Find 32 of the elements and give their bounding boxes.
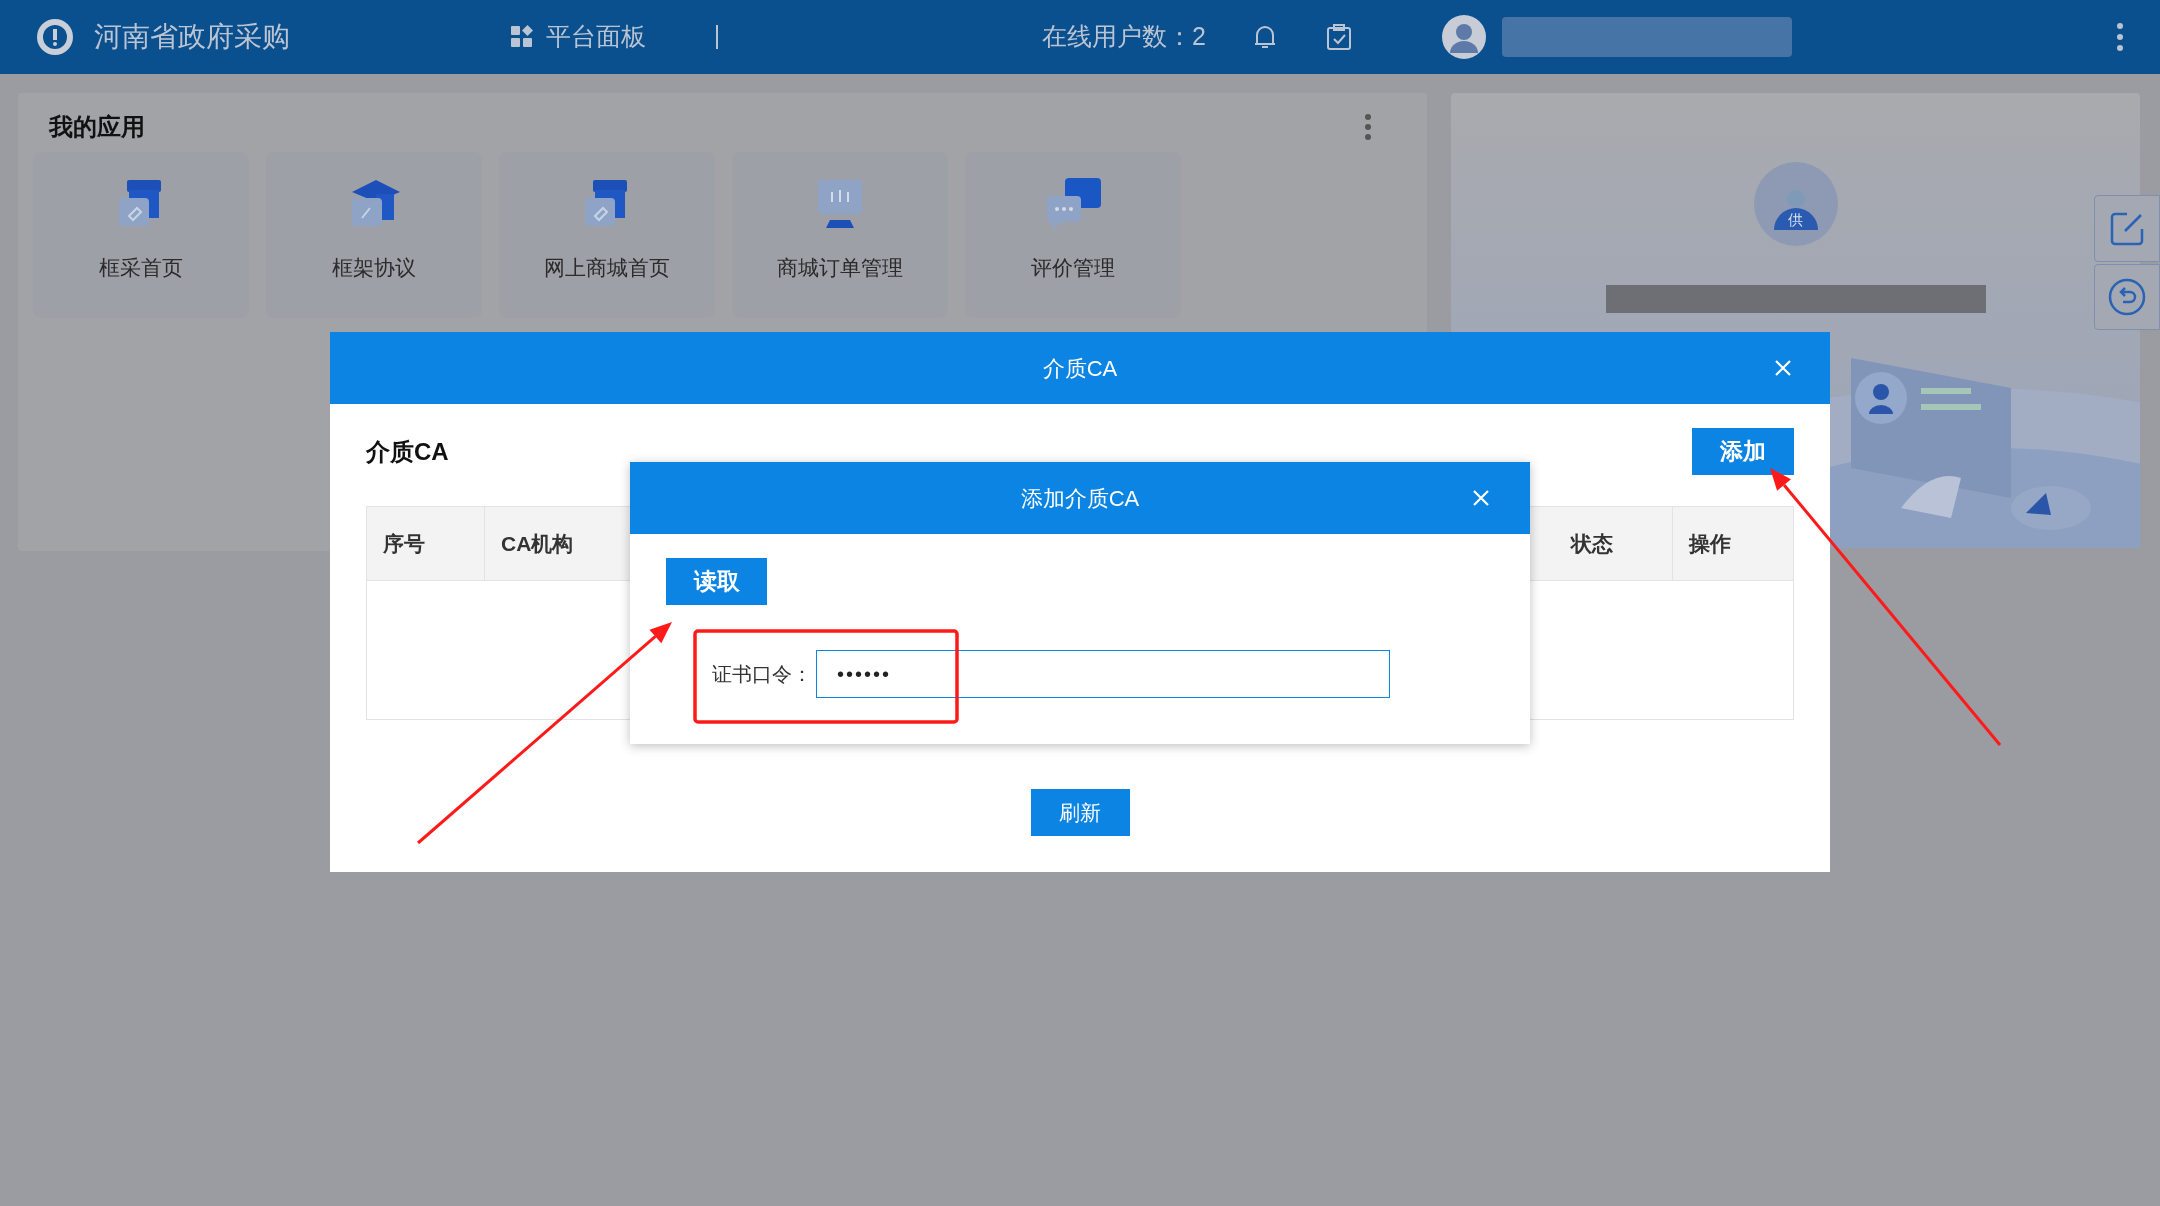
refresh-button[interactable]: 刷新 xyxy=(1030,789,1130,836)
site-title: 河南省政府采购 xyxy=(94,20,290,54)
grid-icon xyxy=(510,25,534,49)
profile-avatar: 供 xyxy=(1753,162,1838,246)
password-field[interactable]: •••••• xyxy=(816,650,1390,698)
section-title: 介质CA xyxy=(366,436,449,467)
edit-button[interactable] xyxy=(2094,195,2160,262)
read-button[interactable]: 读取 xyxy=(666,558,767,605)
column-header: 序号 xyxy=(367,507,485,580)
app-tile[interactable]: 框架协议 xyxy=(266,152,482,318)
column-header: 操作 xyxy=(1687,530,1732,557)
app-tile[interactable]: 框采首页 xyxy=(33,152,249,318)
app-tile[interactable]: 商城订单管理 xyxy=(732,152,948,318)
dialog-title: 介质CA xyxy=(1042,354,1118,383)
app-tile[interactable]: 评价管理 xyxy=(965,152,1181,318)
card-title: 我的应用 xyxy=(49,112,145,142)
emblem-icon xyxy=(36,18,74,56)
more-icon[interactable] xyxy=(2116,22,2124,52)
dialog-title: 添加介质CA xyxy=(1020,484,1140,513)
avatar-icon[interactable] xyxy=(1441,15,1486,59)
close-icon[interactable] xyxy=(1472,489,1490,507)
online-users: 在线用户数：2 xyxy=(1042,21,1206,53)
add-button[interactable]: 添加 xyxy=(1692,428,1794,475)
undo-icon xyxy=(2108,278,2146,316)
more-icon[interactable] xyxy=(1364,113,1372,141)
undo-button[interactable] xyxy=(2094,264,2160,330)
field-label: 证书口令： xyxy=(712,662,813,687)
edit-icon xyxy=(2109,210,2145,247)
column-header: 状态 xyxy=(1555,507,1673,580)
app-tile[interactable]: 网上商城首页 xyxy=(499,152,715,318)
dashboard-link[interactable]: 平台面板 xyxy=(510,18,646,56)
close-icon[interactable] xyxy=(1774,359,1792,377)
